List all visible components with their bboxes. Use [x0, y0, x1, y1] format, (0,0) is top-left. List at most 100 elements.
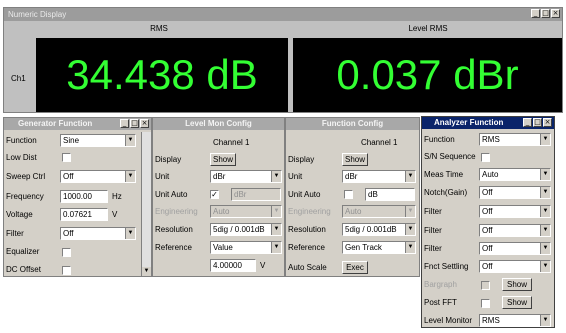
chevron-down-icon: ▼ — [540, 225, 550, 236]
bargraph-label: Bargraph — [424, 280, 457, 289]
analyzer-function-panel: Analyzer Function _ □ × Function RMS ▼ S… — [421, 116, 555, 328]
sweep-label: Sweep Ctrl — [6, 172, 46, 181]
chevron-down-icon: ▼ — [540, 315, 550, 326]
postfft-label: Post FFT — [424, 298, 457, 307]
funcconfig-unitauto-field[interactable]: dB — [365, 188, 415, 201]
analyzer-function-select[interactable]: RMS ▼ — [479, 133, 551, 146]
function-select[interactable]: Sine ▼ — [60, 134, 136, 147]
minimize-button[interactable]: _ — [523, 118, 532, 127]
dcoffset-checkbox[interactable] — [62, 266, 71, 275]
funcconfig-channel-label: Channel 1 — [361, 138, 398, 147]
levelmon-unit-label: Unit — [155, 172, 170, 181]
funcconfig-reference-select[interactable]: Gen Track ▼ — [342, 241, 416, 254]
equalizer-checkbox[interactable] — [62, 248, 71, 257]
fnct-settling-select[interactable]: Off ▼ — [479, 260, 551, 273]
funcconfig-reference-label: Reference — [288, 243, 325, 252]
levelmon-unitauto-label: Unit Auto — [155, 190, 188, 199]
frequency-input[interactable]: 1000.00 — [60, 190, 108, 203]
meas-time-select[interactable]: Auto ▼ — [479, 168, 551, 181]
chevron-down-icon: ▼ — [125, 135, 135, 146]
lowdist-label: Low Dist — [6, 153, 37, 162]
levelmon-unitauto-field: dBr — [231, 188, 281, 201]
chevron-down-icon: ▼ — [271, 242, 281, 253]
sweep-select[interactable]: Off ▼ — [60, 170, 136, 183]
generator-scrollbar[interactable]: ▼ — [141, 132, 151, 276]
maximize-button[interactable]: □ — [533, 118, 542, 127]
funcconfig-engineering-label: Engineering — [288, 207, 331, 216]
chevron-down-icon: ▼ — [540, 187, 550, 198]
exec-button[interactable]: Exec — [342, 261, 368, 274]
notch-label: Notch(Gain) — [424, 188, 468, 197]
chevron-down-icon: ▼ — [540, 169, 550, 180]
levelmon-show-button[interactable]: Show — [210, 153, 236, 166]
scroll-down-icon[interactable]: ▼ — [142, 267, 151, 276]
levelmon-reference-unit: V — [260, 261, 266, 270]
sn-sequence-checkbox[interactable] — [481, 153, 490, 162]
frequency-label: Frequency — [6, 192, 44, 201]
numeric-display-title: Numeric Display — [4, 8, 562, 21]
chevron-down-icon: ▼ — [125, 171, 135, 182]
maximize-button[interactable]: □ — [541, 9, 550, 18]
funcconfig-resolution-label: Resolution — [288, 225, 326, 234]
lowdist-checkbox[interactable] — [62, 153, 71, 162]
minimize-button[interactable]: _ — [531, 9, 540, 18]
voltage-unit: V — [112, 210, 118, 219]
chevron-down-icon: ▼ — [405, 242, 415, 253]
funcconfig-unit-select[interactable]: dBr ▼ — [342, 170, 416, 183]
level-monitor-label: Level Monitor — [424, 316, 473, 325]
levelmon-unitauto-checkbox[interactable]: ✓ — [210, 190, 219, 199]
generator-window-controls: _ □ × — [120, 119, 149, 128]
function-config-panel: Function Config Channel 1 Display Show U… — [285, 117, 420, 277]
funcconfig-unit-label: Unit — [288, 172, 303, 181]
rms-label: RMS — [150, 24, 168, 33]
level-rms-label: Level RMS — [408, 24, 448, 33]
postfft-show-button[interactable]: Show — [502, 296, 532, 309]
filter2-select[interactable]: Off ▼ — [479, 224, 551, 237]
chevron-down-icon: ▼ — [540, 206, 550, 217]
levelmon-unit-select[interactable]: dBr ▼ — [210, 170, 282, 183]
minimize-button[interactable]: _ — [120, 119, 129, 128]
funcconfig-unitauto-checkbox[interactable] — [344, 190, 353, 199]
funcconfig-engineering-select: Auto ▼ — [342, 205, 416, 218]
levelmon-resolution-select[interactable]: 5dig / 0.001dB ▼ — [210, 223, 282, 236]
analyzer-function-label: Function — [424, 135, 455, 144]
sn-sequence-label: S/N Sequence — [424, 152, 476, 161]
levelmon-engineering-label: Engineering — [155, 207, 198, 216]
funcconfig-autoscale-label: Auto Scale — [288, 263, 327, 272]
chevron-down-icon: ▼ — [271, 206, 281, 217]
bargraph-show-button[interactable]: Show — [502, 278, 532, 291]
filter2-label: Filter — [424, 226, 442, 235]
notch-select[interactable]: Off ▼ — [479, 186, 551, 199]
function-label: Function — [6, 136, 37, 145]
levelmon-channel-label: Channel 1 — [213, 138, 250, 147]
funcconfig-show-button[interactable]: Show — [342, 153, 368, 166]
fnct-settling-label: Fnct Settling — [424, 262, 469, 271]
level-rms-value: 0.037 dBr — [336, 51, 519, 98]
funcconfig-resolution-select[interactable]: 5dig / 0.001dB ▼ — [342, 223, 416, 236]
voltage-label: Voltage — [6, 210, 33, 219]
rms-value: 34.438 dB — [66, 51, 258, 98]
maximize-button[interactable]: □ — [130, 119, 139, 128]
levelmon-reference-select[interactable]: Value ▼ — [210, 241, 282, 254]
level-monitor-select[interactable]: RMS ▼ — [479, 314, 551, 327]
level-rms-readout: 0.037 dBr — [293, 38, 562, 112]
levelmon-title: Level Mon Config — [153, 118, 284, 130]
frequency-unit: Hz — [112, 192, 122, 201]
postfft-checkbox[interactable] — [481, 299, 490, 308]
filter1-select[interactable]: Off ▼ — [479, 205, 551, 218]
level-mon-config-panel: Level Mon Config Channel 1 Display Show … — [152, 117, 285, 277]
numeric-display-window: Numeric Display _ □ × RMS Level RMS Ch1 … — [3, 7, 563, 113]
equalizer-label: Equalizer — [6, 247, 40, 256]
generator-function-panel: Generator Function _ □ × Function Sine ▼… — [3, 117, 152, 277]
funcconfig-title: Function Config — [286, 118, 419, 130]
chevron-down-icon: ▼ — [125, 228, 135, 239]
close-button[interactable]: × — [543, 118, 552, 127]
close-button[interactable]: × — [551, 9, 560, 18]
levelmon-reference-value-input[interactable]: 4.00000 — [210, 259, 256, 272]
filter3-select[interactable]: Off ▼ — [479, 242, 551, 255]
close-button[interactable]: × — [140, 119, 149, 128]
voltage-input[interactable]: 0.07621 — [60, 208, 108, 221]
levelmon-display-label: Display — [155, 155, 182, 164]
filter-select[interactable]: Off ▼ — [60, 227, 136, 240]
chevron-down-icon: ▼ — [540, 134, 550, 145]
